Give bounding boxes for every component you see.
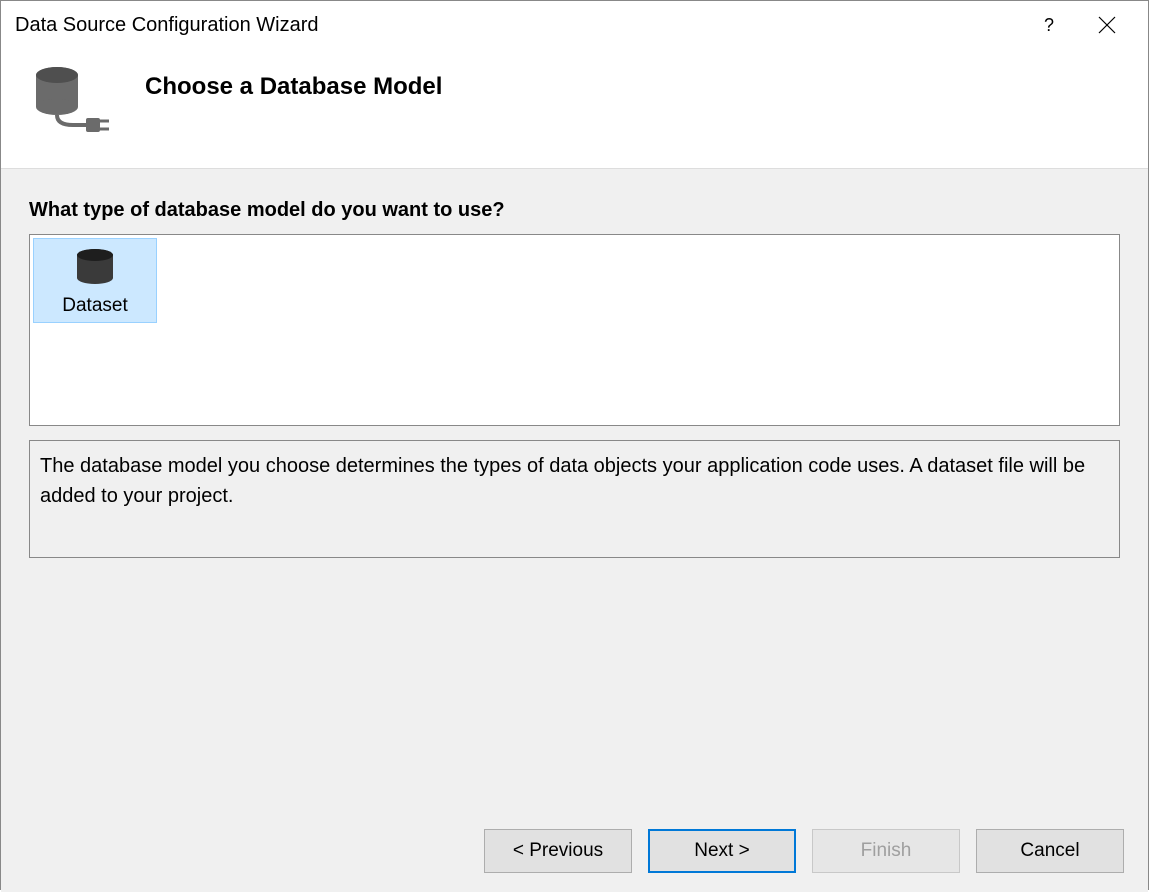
close-button[interactable] — [1094, 12, 1120, 38]
help-button[interactable]: ? — [1044, 15, 1054, 36]
finish-button: Finish — [812, 829, 960, 873]
model-item-label: Dataset — [62, 295, 127, 317]
window-title: Data Source Configuration Wizard — [15, 14, 318, 37]
model-list[interactable]: Dataset — [29, 234, 1120, 426]
content-area: What type of database model do you want … — [1, 168, 1148, 810]
cancel-button[interactable]: Cancel — [976, 829, 1124, 873]
titlebar-controls: ? — [1044, 12, 1138, 38]
database-plug-icon — [31, 63, 111, 140]
description-text: The database model you choose determines… — [40, 451, 1109, 511]
previous-button[interactable]: < Previous — [484, 829, 632, 873]
wizard-step-title: Choose a Database Model — [145, 73, 442, 101]
model-item-dataset[interactable]: Dataset — [33, 238, 157, 323]
titlebar: Data Source Configuration Wizard ? — [1, 1, 1148, 49]
description-box: The database model you choose determines… — [29, 440, 1120, 558]
close-icon — [1098, 16, 1116, 34]
wizard-footer: < Previous Next > Finish Cancel — [1, 810, 1148, 892]
model-type-prompt: What type of database model do you want … — [29, 199, 1120, 222]
database-icon — [74, 248, 116, 291]
wizard-header: Choose a Database Model — [1, 49, 1148, 168]
next-button[interactable]: Next > — [648, 829, 796, 873]
